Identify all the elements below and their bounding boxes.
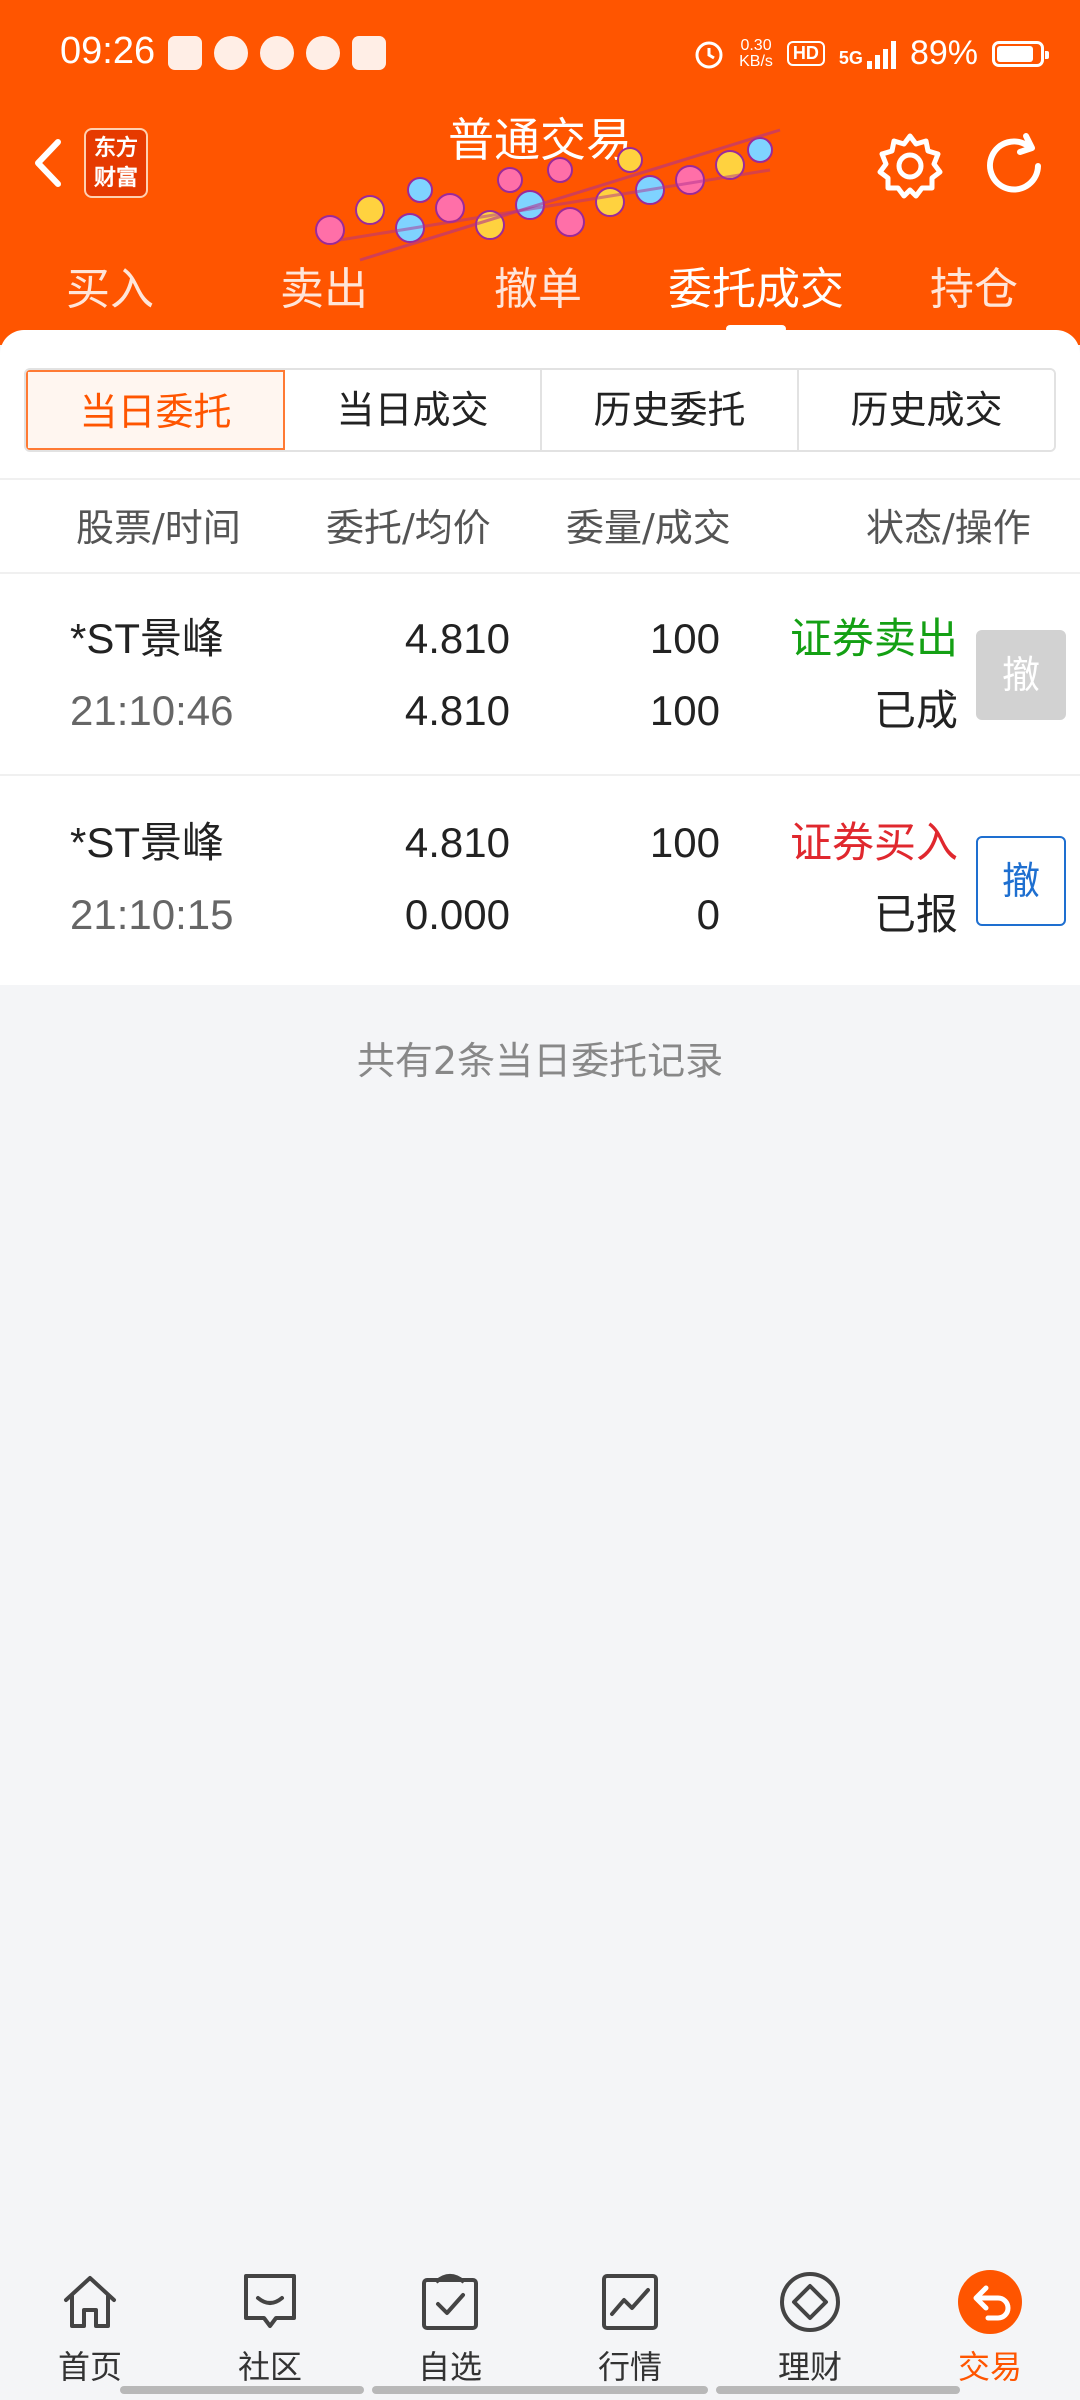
order-status: 已报: [873, 891, 958, 938]
order-price: 4.810: [404, 819, 510, 866]
market-chart-icon: [602, 2274, 658, 2330]
col-stock-time: 股票/时间: [76, 506, 241, 550]
network-type: 5G: [838, 47, 863, 68]
order-quantity: 100: [649, 615, 720, 662]
avg-price: 4.810: [404, 687, 510, 734]
nav-label: 行情: [597, 2348, 662, 2386]
cellular-signal: 5G: [839, 39, 896, 69]
hd-badge: HD: [786, 41, 825, 66]
network-speed-unit: KB/s: [739, 52, 773, 70]
tab-sell[interactable]: 卖出: [254, 245, 394, 335]
segment-history-orders[interactable]: 历史委托: [542, 370, 799, 450]
home-icon: [64, 2276, 116, 2328]
column-header: 股票/时间 委托/均价 委量/成交 状态/操作: [0, 478, 1080, 574]
order-quantity: 100: [649, 819, 720, 866]
stock-name: *ST景峰: [70, 615, 225, 662]
message-icon: [214, 36, 248, 70]
gesture-bar: [716, 2386, 960, 2394]
segment-history-trades[interactable]: 历史成交: [799, 370, 1054, 450]
app-header: 09:26 0.30 KB/s HD 5G 89% 东方 财富 普通交易 买入 …: [0, 0, 1080, 345]
nav-label: 首页: [57, 2348, 122, 2386]
battery-icon: [992, 40, 1049, 67]
nav-home[interactable]: 首页: [30, 2268, 150, 2388]
nav-label: 社区: [237, 2348, 302, 2386]
settings-button[interactable]: [872, 128, 948, 204]
signal-bars-icon: [866, 39, 896, 69]
nav-label: 自选: [417, 2348, 482, 2386]
order-time: 21:10:15: [70, 891, 234, 938]
status-indicators: 0.30 KB/s HD 5G 89%: [693, 34, 1049, 73]
app-notification-icon: [352, 36, 386, 70]
order-side: 证券买入: [789, 819, 958, 866]
segment-today-orders[interactable]: 当日委托: [26, 370, 285, 450]
stock-name: *ST景峰: [70, 819, 225, 866]
trade-tabs: 买入 卖出 撤单 委托成交 持仓: [0, 245, 1080, 335]
tab-cancel-order[interactable]: 撤单: [468, 245, 608, 335]
nav-watchlist[interactable]: 自选: [390, 2268, 510, 2388]
nav-wealth[interactable]: 理财: [750, 2268, 870, 2388]
trade-icon: [958, 2270, 1022, 2334]
filled-quantity: 100: [649, 687, 720, 734]
status-bar: 09:26 0.30 KB/s HD 5G 89%: [0, 0, 1080, 110]
nav-bar: 东方 财富 普通交易: [0, 110, 1080, 262]
order-side: 证券卖出: [789, 615, 958, 662]
nav-market[interactable]: 行情: [570, 2268, 690, 2388]
order-status: 已成: [873, 687, 958, 734]
network-speed-value: 0.30: [740, 36, 772, 54]
gesture-bar: [120, 2386, 364, 2394]
network-speed: 0.30 KB/s: [739, 36, 773, 70]
send-icon: [260, 36, 294, 70]
avg-price: 0.000: [404, 891, 510, 938]
tab-orders-trades[interactable]: 委托成交: [650, 245, 862, 335]
record-count: 共有2条当日委托记录: [356, 1039, 724, 1083]
app-notification-icon: [168, 36, 202, 70]
nav-label: 理财: [777, 2348, 842, 2386]
status-time: 09:26: [60, 30, 156, 72]
alarm-icon: [695, 41, 723, 68]
tab-buy[interactable]: 买入: [40, 245, 180, 335]
battery-percent: 89%: [909, 34, 978, 72]
col-status-action: 状态/操作: [866, 506, 1031, 550]
wealth-diamond-icon: [780, 2272, 840, 2332]
order-row[interactable]: *ST景峰 21:10:46 4.810 4.810 100 100 证券卖出 …: [0, 576, 1080, 776]
bottom-nav: 首页 社区 自选 行情 理财 交易: [0, 2240, 1080, 2400]
segment-today-trades[interactable]: 当日成交: [285, 370, 542, 450]
watchlist-icon: [422, 2274, 478, 2330]
tab-positions[interactable]: 持仓: [904, 245, 1044, 335]
wechat-icon: [306, 36, 340, 70]
gesture-bar: [372, 2386, 708, 2394]
community-icon: [244, 2274, 296, 2328]
nav-trade[interactable]: 交易: [930, 2268, 1050, 2388]
nav-community[interactable]: 社区: [210, 2268, 330, 2388]
order-row[interactable]: *ST景峰 21:10:15 4.810 0.000 100 0 证券买入 已报…: [0, 780, 1080, 980]
cancel-order-button: 撤: [976, 630, 1066, 720]
order-period-selector: 当日委托 当日成交 历史委托 历史成交: [24, 368, 1056, 452]
notification-icons: [168, 36, 386, 70]
col-qty-filled: 委量/成交: [566, 506, 731, 550]
col-price-avg: 委托/均价: [326, 506, 491, 550]
refresh-button[interactable]: [976, 128, 1052, 204]
filled-quantity: 0: [696, 891, 720, 938]
nav-label: 交易: [957, 2348, 1022, 2386]
order-time: 21:10:46: [70, 687, 234, 734]
order-price: 4.810: [404, 615, 510, 662]
cancel-order-button[interactable]: 撤: [976, 836, 1066, 926]
